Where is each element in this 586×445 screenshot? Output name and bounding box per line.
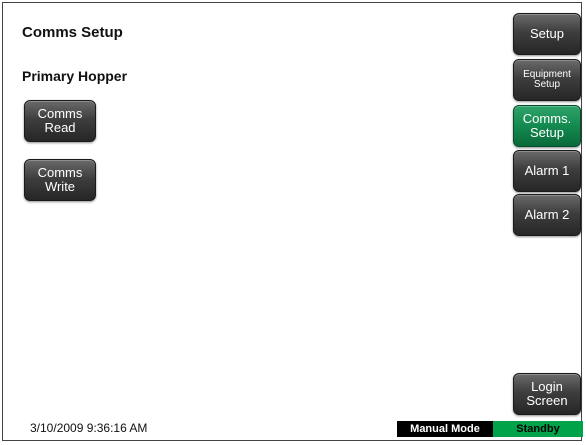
comms-read-button[interactable]: Comms Read bbox=[24, 100, 96, 142]
alarm-1-button[interactable]: Alarm 1 bbox=[513, 150, 581, 192]
mode-indicator: Manual Mode bbox=[397, 421, 493, 437]
alarm-2-button[interactable]: Alarm 2 bbox=[513, 194, 581, 236]
login-screen-button[interactable]: Login Screen bbox=[513, 373, 581, 415]
datetime-display: 3/10/2009 9:36:16 AM bbox=[30, 421, 148, 435]
equipment-setup-button[interactable]: Equipment Setup bbox=[513, 59, 581, 101]
setup-button[interactable]: Setup bbox=[513, 13, 581, 55]
section-title: Primary Hopper bbox=[22, 68, 128, 84]
state-indicator: Standby bbox=[493, 421, 583, 437]
comms-write-button[interactable]: Comms Write bbox=[24, 159, 96, 201]
comms-setup-button[interactable]: Comms. Setup bbox=[513, 105, 581, 147]
status-bar: Manual Mode Standby bbox=[397, 421, 583, 437]
page-title: Comms Setup bbox=[22, 24, 123, 41]
